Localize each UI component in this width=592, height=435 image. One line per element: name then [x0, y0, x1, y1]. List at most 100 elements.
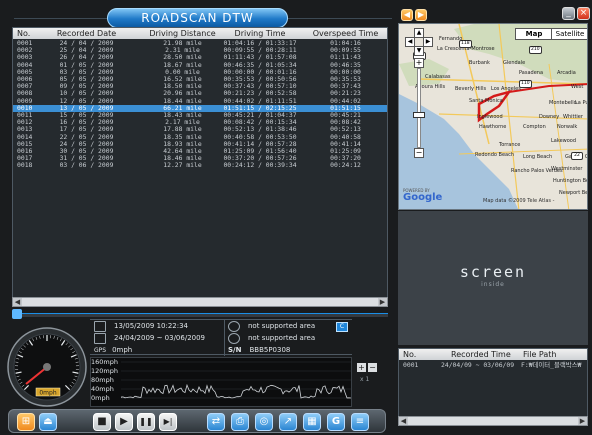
trip-list-hscrollbar[interactable]: ◀ ▶	[12, 297, 388, 307]
pan-down-icon[interactable]: ▼	[414, 46, 424, 56]
rec-scroll-left-icon[interactable]: ◀	[399, 417, 408, 425]
app-title: ROADSCAN DTW	[107, 8, 288, 28]
col-recorded-date[interactable]: Recorded Date	[49, 28, 124, 39]
map-place-label: Los Angeles	[491, 86, 521, 92]
info-area1-row: not supported area	[228, 320, 315, 332]
col-driving-distance[interactable]: Driving Distance	[135, 28, 230, 39]
speed-icon: GPS	[94, 347, 107, 354]
info-serial-row: S/N BBB5P0308	[228, 344, 290, 356]
zoom-out-icon[interactable]: −	[414, 148, 424, 158]
scroll-right-icon[interactable]: ▶	[378, 298, 387, 306]
map-place-label: La Puen	[575, 100, 588, 106]
rec-col-time[interactable]: Recorded Time	[451, 349, 511, 360]
info-speed: 0mph	[112, 346, 133, 354]
trip-list[interactable]: No. Recorded Date Driving Distance Drivi…	[12, 27, 388, 307]
map-place-label: Santa Monica	[469, 98, 503, 104]
info-area-2: not supported area	[248, 334, 316, 342]
keyboard-button[interactable]: ▦	[303, 413, 321, 431]
info-daterange-row: 24/04/2009 ~ 03/06/2009	[94, 332, 205, 344]
stop-button[interactable]: ■	[93, 413, 111, 431]
play-button[interactable]: ▶	[115, 413, 133, 431]
map-place-label: West	[571, 84, 584, 90]
map-view-button[interactable]: Map	[515, 28, 553, 40]
map-nav-buttons: ◀ ▶	[401, 9, 429, 23]
eject-button[interactable]: ⏏	[39, 413, 57, 431]
rec-col-no[interactable]: No.	[403, 349, 416, 360]
zoom-slider-thumb[interactable]	[413, 112, 425, 118]
screen-logo: screen	[459, 263, 527, 281]
globe-icon	[228, 320, 240, 332]
rec-scroll-right-icon[interactable]: ▶	[578, 417, 587, 425]
record-row[interactable]: 0001 24/04/09 ~ 03/06/09 F:₩데이터_블랙박스₩	[399, 361, 587, 369]
trip-cell-1: 03 / 06 / 2009	[59, 161, 114, 170]
screen-logo-sub: inside	[481, 281, 505, 288]
rec-no: 0001	[403, 361, 419, 369]
map-place-label: Whittier	[563, 114, 583, 120]
map-place-label: Huntington Beach	[553, 178, 587, 184]
map-place-label: Westminster	[551, 166, 583, 172]
info-panel: 13/05/2009 10:22:34 24/04/2009 ~ 03/06/2…	[90, 319, 352, 356]
graph-zoom-out-button[interactable]: −	[368, 363, 377, 372]
map-place-label: Inglewood	[477, 114, 503, 120]
info-speed-row: GPS 0mph	[94, 344, 132, 356]
gauge-readout: 0mph	[39, 390, 56, 397]
graph-label-0: 0mph	[91, 394, 110, 402]
map-pan-control[interactable]: ▲ ◀ ▶ ▼	[405, 28, 433, 56]
record-list-hscrollbar[interactable]: ◀ ▶	[398, 416, 588, 426]
col-driving-time[interactable]: Driving Time	[221, 28, 299, 39]
map-place-label: Burbank	[469, 60, 490, 66]
print-button[interactable]: ⎙	[231, 413, 249, 431]
graph-label-40: 40mph	[91, 385, 114, 393]
calendar-icon	[94, 332, 106, 344]
zoom-slider[interactable]	[417, 68, 421, 148]
rec-col-path[interactable]: File Path	[523, 349, 557, 360]
globe-icon	[228, 332, 240, 344]
map-place-label: Calabasas	[425, 74, 451, 80]
scroll-left-icon[interactable]: ◀	[13, 298, 22, 306]
map-place-label: Hawthorne	[479, 124, 507, 130]
capture-badge[interactable]: C	[336, 322, 348, 332]
graph-label-120: 120mph	[91, 367, 118, 375]
menu-button[interactable]: ⊞	[17, 413, 35, 431]
record-list[interactable]: No. Recorded Time File Path 0001 24/04/0…	[398, 348, 588, 426]
zoom-in-icon[interactable]: +	[414, 58, 424, 68]
usb-button[interactable]: ⇄	[207, 413, 225, 431]
playback-slider[interactable]	[12, 313, 388, 317]
map-place-label: Beverly Hills	[455, 86, 487, 92]
map-forward-icon[interactable]: ▶	[415, 9, 427, 21]
trip-cell-2: 12.27 mile	[163, 161, 202, 170]
video-screen: screen inside	[398, 211, 588, 345]
rec-path: F:₩데이터_블랙박스₩	[521, 361, 582, 369]
pan-right-icon[interactable]: ▶	[423, 37, 433, 47]
google-map[interactable]: Fernando La Crescenta-Montrose Burbank Glen…	[398, 23, 588, 210]
map-back-icon[interactable]: ◀	[401, 9, 413, 21]
rec-time: 24/04/09 ~ 03/06/09	[441, 361, 515, 369]
highway-shield-icon: 110	[519, 80, 532, 88]
trip-cell-0: 0018	[17, 161, 33, 170]
export-button[interactable]: ↗	[279, 413, 297, 431]
graph-label-80: 80mph	[91, 376, 114, 384]
graph-zoom-in-button[interactable]: +	[357, 363, 366, 372]
map-place-label: Newport Beach	[559, 190, 588, 196]
col-overspeed-time[interactable]: Overspeed Time	[308, 28, 383, 39]
gps-button[interactable]: ◎	[255, 413, 273, 431]
memo-button[interactable]: ≡	[351, 413, 369, 431]
trip-row[interactable]: 0018 03 / 06 / 2009 12.27 mile 00:24:12 / 0…	[13, 162, 387, 169]
info-date-range: 24/04/2009 ~ 03/06/2009	[114, 334, 206, 342]
map-place-label: Pasadena	[519, 70, 544, 76]
trip-list-header: No. Recorded Date Driving Distance Drivi…	[13, 28, 387, 39]
info-area2-row: not supported area	[228, 332, 315, 344]
close-button[interactable]: ×	[577, 7, 590, 20]
trip-cell-3: 00:24:12 / 00:39:34	[223, 161, 297, 170]
pause-button[interactable]: ❚❚	[137, 413, 155, 431]
graph-label-160: 160mph	[91, 358, 118, 366]
minimize-button[interactable]: _	[562, 7, 575, 20]
map-place-label: Compton	[523, 124, 546, 130]
speed-graph[interactable]: 160mph 120mph 80mph 40mph 0mph	[90, 357, 352, 407]
next-button[interactable]: ▶|	[159, 413, 177, 431]
google-button[interactable]: G	[327, 413, 345, 431]
satellite-view-button[interactable]: Satellite	[551, 28, 587, 40]
col-no[interactable]: No.	[17, 28, 47, 39]
playback-slider-thumb[interactable]	[12, 309, 22, 319]
speedometer-gauge: 0mph	[7, 327, 87, 407]
